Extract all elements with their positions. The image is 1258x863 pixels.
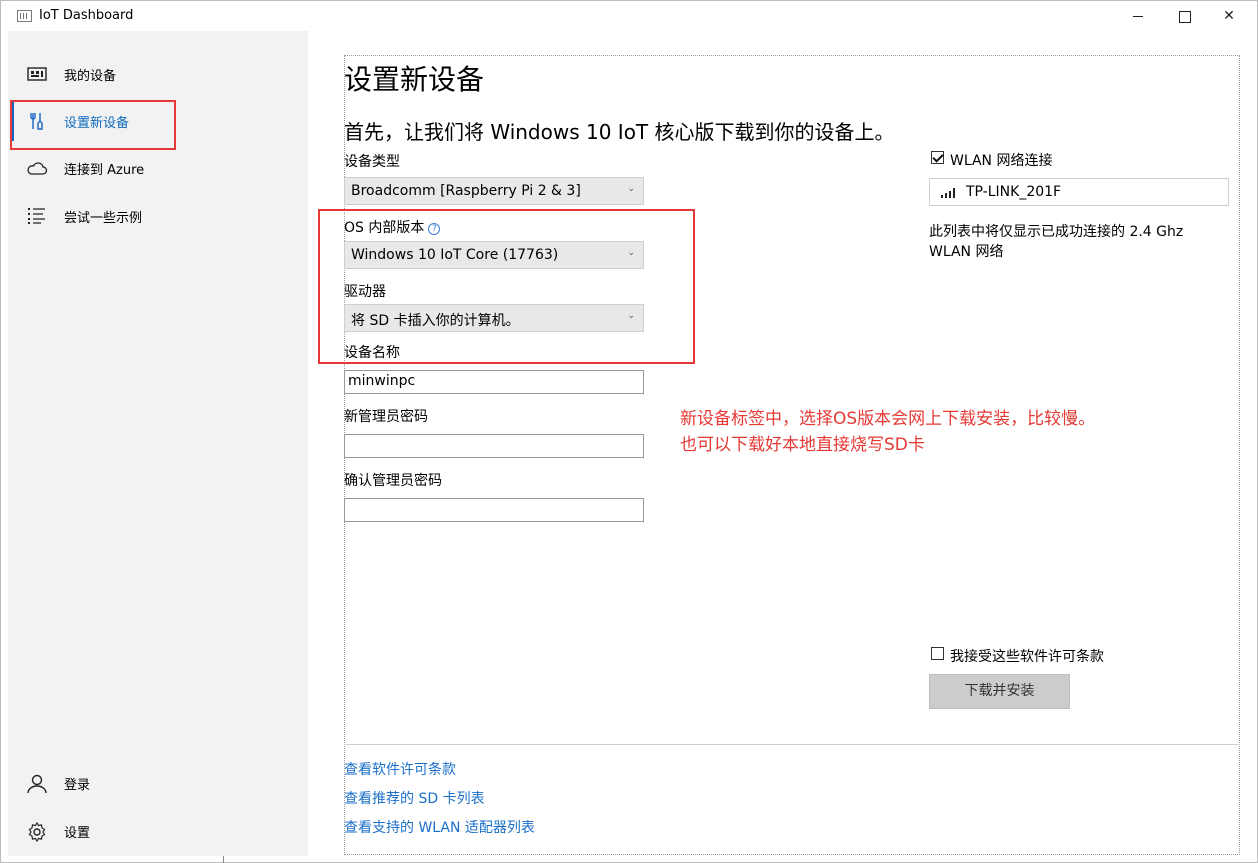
annotation-line: 新设备标签中，选择OS版本会网上下载安装，比较慢。 [680, 409, 1096, 429]
sidebar-item-label: 登录 [64, 778, 91, 793]
wlan-network-name: TP-LINK_201F [966, 184, 1062, 200]
sidebar-item-settings[interactable]: 设置 [8, 811, 308, 851]
device-name-input[interactable]: minwinpc [344, 370, 644, 394]
license-label: 我接受这些软件许可条款 [950, 649, 1104, 665]
annotation-line: 也可以下载好本地直接烧写SD卡 [680, 435, 925, 455]
divider [344, 744, 1240, 745]
sidebar-item-label: 尝试一些示例 [64, 211, 143, 226]
cloud-icon [27, 162, 48, 175]
confirm-password-input[interactable] [344, 498, 644, 522]
minimize-button[interactable] [1115, 1, 1161, 32]
new-password-input[interactable] [344, 434, 644, 458]
sidebar-item-my-devices[interactable]: 我的设备 [8, 54, 308, 94]
devices-icon [27, 67, 47, 81]
annotation-text: 新设备标签中，选择OS版本会网上下载安装，比较慢。 也可以下载好本地直接烧写SD… [680, 406, 1095, 458]
device-type-value: Broadcomm [Raspberry Pi 2 & 3] [351, 183, 581, 199]
device-type-select[interactable]: Broadcomm [Raspberry Pi 2 & 3] ⌄ [344, 177, 644, 205]
wlan-note: 此列表中将仅显示已成功连接的 2.4 Ghz WLAN 网络 [929, 224, 1184, 260]
license-checkbox[interactable] [931, 647, 944, 660]
gear-icon [28, 822, 46, 842]
sidebar-item-label: 设置 [64, 826, 91, 841]
chevron-down-icon: ⌄ [627, 184, 635, 194]
sidebar: 我的设备 设置新设备 连接到 Azure 尝试一些示例 登录 设置 [8, 31, 308, 856]
license-terms-link[interactable]: 查看软件许可条款 [344, 759, 456, 779]
person-icon [27, 774, 47, 794]
wlan-network-select[interactable]: TP-LINK_201F [929, 178, 1229, 206]
sidebar-item-connect-azure[interactable]: 连接到 Azure [8, 148, 308, 188]
confirm-password-label: 确认管理员密码 [344, 473, 442, 489]
app-icon [17, 10, 32, 22]
new-password-label: 新管理员密码 [344, 409, 428, 425]
page-title: 设置新设备 [344, 63, 485, 96]
sd-card-list-link[interactable]: 查看推荐的 SD 卡列表 [344, 788, 485, 808]
window-title: IoT Dashboard [39, 8, 134, 23]
wlan-label: WLAN 网络连接 [950, 153, 1053, 169]
highlight-box-nav [10, 100, 176, 150]
sidebar-item-label: 我的设备 [64, 69, 117, 84]
list-icon [28, 208, 45, 224]
download-install-button[interactable]: 下载并安装 [929, 674, 1070, 709]
sidebar-item-sign-in[interactable]: 登录 [8, 763, 308, 803]
title-bar[interactable]: IoT Dashboard ✕ [1, 1, 1257, 32]
sidebar-item-samples[interactable]: 尝试一些示例 [8, 196, 308, 236]
page-subtitle: 首先，让我们将 Windows 10 IoT 核心版下载到你的设备上。 [344, 120, 895, 144]
wlan-checkbox[interactable] [931, 151, 944, 164]
device-type-label: 设备类型 [344, 154, 400, 170]
close-button[interactable]: ✕ [1206, 1, 1252, 32]
divider [223, 856, 224, 863]
sidebar-item-label: 连接到 Azure [64, 163, 145, 178]
highlight-box-fields [318, 209, 695, 364]
maximize-button[interactable] [1161, 1, 1207, 32]
wlan-adapter-list-link[interactable]: 查看支持的 WLAN 适配器列表 [344, 817, 535, 837]
wifi-signal-icon [941, 188, 957, 198]
